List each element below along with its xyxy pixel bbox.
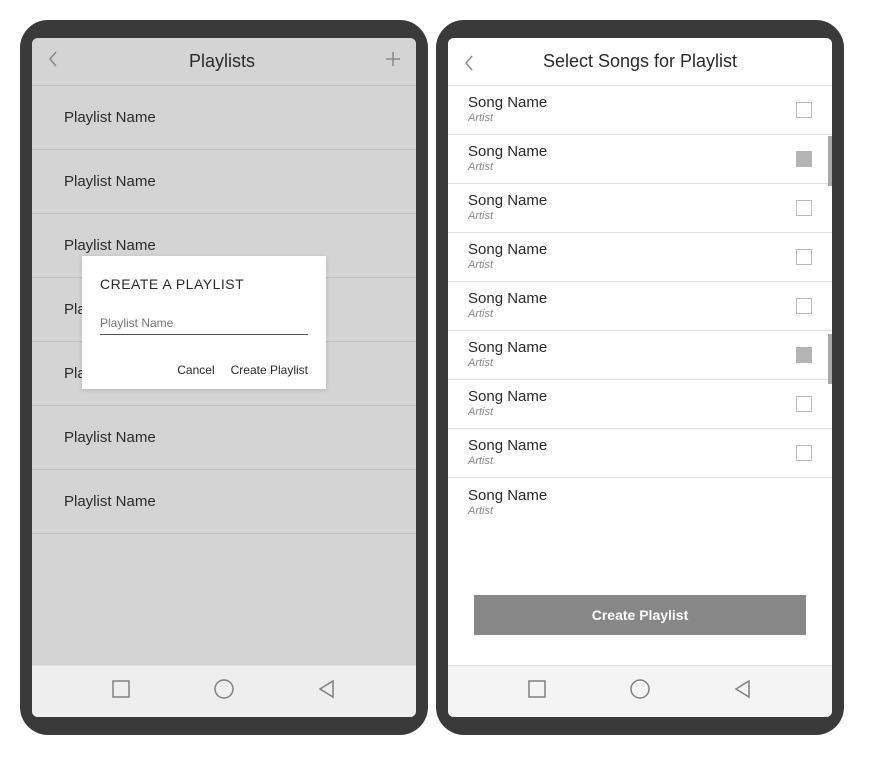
add-icon[interactable] [384,50,402,73]
create-playlist-modal: CREATE A PLAYLIST Cancel Create Playlist [82,256,326,389]
recent-apps-icon[interactable] [526,678,548,705]
playlist-name-input[interactable] [100,314,308,335]
home-icon[interactable] [628,677,652,706]
android-nav-bar [32,665,416,717]
song-artist: Artist [468,161,547,174]
screen-songs: Select Songs for Playlist Song Name Arti… [448,38,832,717]
song-artist: Artist [468,308,547,321]
create-playlist-button[interactable]: Create Playlist [474,595,806,635]
song-artist: Artist [468,455,547,468]
song-artist: Artist [468,259,547,272]
song-row[interactable]: Song Name Artist [448,331,832,380]
home-icon[interactable] [212,677,236,706]
top-bar: Select Songs for Playlist [448,38,832,86]
song-name: Song Name [468,339,547,357]
top-bar: Playlists [32,38,416,86]
song-checkbox[interactable] [796,200,812,216]
back-nav-icon[interactable] [732,678,754,705]
modal-title: CREATE A PLAYLIST [100,276,308,292]
song-row[interactable]: Song Name Artist [448,135,832,184]
song-checkbox[interactable] [796,347,812,363]
song-name: Song Name [468,388,547,406]
song-name: Song Name [468,143,547,161]
song-row[interactable]: Song Name Artist [448,478,832,527]
song-artist: Artist [468,406,547,419]
page-title: Select Songs for Playlist [543,51,737,72]
create-playlist-button[interactable]: Create Playlist [231,363,308,377]
song-info: Song Name Artist [468,192,547,223]
song-checkbox[interactable] [796,396,812,412]
modal-overlay: CREATE A PLAYLIST Cancel Create Playlist [32,86,416,665]
song-info: Song Name Artist [468,290,547,321]
song-artist: Artist [468,112,547,125]
back-icon[interactable] [462,53,480,71]
android-nav-bar [448,665,832,717]
song-info: Song Name Artist [468,437,547,468]
song-info: Song Name Artist [468,143,547,174]
song-checkbox[interactable] [796,249,812,265]
song-name: Song Name [468,241,547,259]
back-nav-icon[interactable] [316,678,338,705]
song-info: Song Name Artist [468,487,547,518]
song-info: Song Name Artist [468,388,547,419]
back-icon[interactable] [46,49,60,74]
song-checkbox[interactable] [796,298,812,314]
song-name: Song Name [468,487,547,505]
song-artist: Artist [468,357,547,370]
song-info: Song Name Artist [468,339,547,370]
phone-frame-playlists: Playlists Playlist Name Playlist Name Pl… [20,20,428,735]
screen-playlists: Playlists Playlist Name Playlist Name Pl… [32,38,416,717]
song-artist: Artist [468,210,547,223]
cancel-button[interactable]: Cancel [177,363,214,377]
page-title: Playlists [189,51,255,72]
song-name: Song Name [468,290,547,308]
scrollbar-thumb[interactable] [828,136,832,186]
playlist-list: Playlist Name Playlist Name Playlist Nam… [32,86,416,665]
song-row[interactable]: Song Name Artist [448,429,832,478]
song-name: Song Name [468,94,547,112]
song-checkbox[interactable] [796,151,812,167]
song-name: Song Name [468,192,547,210]
song-info: Song Name Artist [468,94,547,125]
scrollbar-thumb[interactable] [828,334,832,384]
song-checkbox[interactable] [796,445,812,461]
song-row[interactable]: Song Name Artist [448,233,832,282]
song-row[interactable]: Song Name Artist [448,184,832,233]
create-area: Create Playlist [448,565,832,665]
song-checkbox[interactable] [796,102,812,118]
song-name: Song Name [468,437,547,455]
song-row[interactable]: Song Name Artist [448,86,832,135]
song-row[interactable]: Song Name Artist [448,380,832,429]
recent-apps-icon[interactable] [110,678,132,705]
song-row[interactable]: Song Name Artist [448,282,832,331]
song-info: Song Name Artist [468,241,547,272]
songs-list[interactable]: Song Name Artist Song Name Artist Song N… [448,86,832,565]
song-artist: Artist [468,505,547,518]
modal-actions: Cancel Create Playlist [100,363,308,377]
phone-frame-songs: Select Songs for Playlist Song Name Arti… [436,20,844,735]
